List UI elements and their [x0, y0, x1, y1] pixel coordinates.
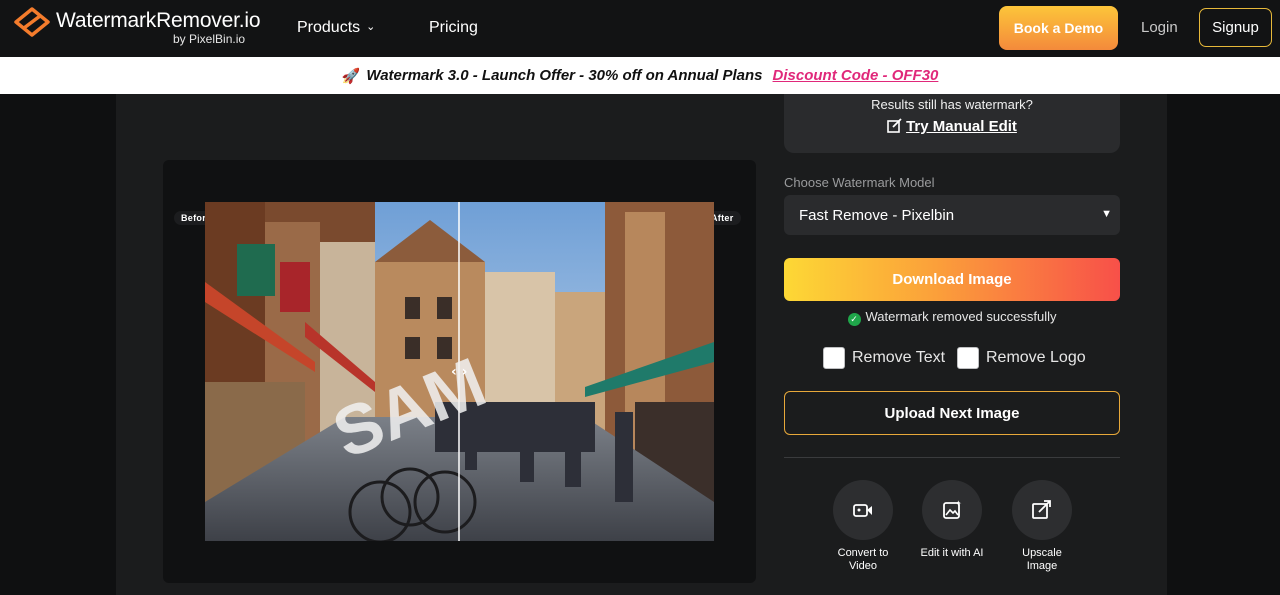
convert-to-video-label: Convert to Video [818, 547, 908, 573]
model-label: Choose Watermark Model [784, 175, 935, 190]
edit-with-ai-label: Edit it with AI [907, 547, 997, 560]
success-message: ✓ Watermark removed successfully [784, 309, 1120, 326]
brand-subtitle: by PixelBin.io [173, 32, 246, 46]
result-box: Results still has watermark? Try Manual … [784, 94, 1120, 153]
upscale-image-label: Upscale Image [997, 547, 1087, 573]
convert-to-video-label-line2: Video [849, 560, 877, 572]
remove-text-label[interactable]: Remove Text [852, 349, 945, 367]
upscale-image-label-line1: Upscale [1022, 547, 1062, 559]
remove-logo-checkbox[interactable] [957, 347, 979, 369]
caret-down-icon: ▼ [1101, 208, 1112, 220]
comparison-image[interactable]: SAM ‹ › [205, 202, 714, 541]
edit-with-ai-button[interactable]: ✦ [922, 480, 982, 540]
svg-text:✦: ✦ [955, 499, 962, 508]
edit-icon [887, 118, 902, 133]
upscale-image-label-line2: Image [1026, 560, 1058, 572]
video-convert-icon [853, 504, 872, 517]
street-scene-image: SAM ‹ › [205, 202, 714, 541]
book-demo-button[interactable]: Book a Demo [999, 6, 1118, 50]
convert-to-video-button[interactable] [833, 480, 893, 540]
nav-pricing[interactable]: Pricing [429, 19, 478, 37]
remove-text-checkbox[interactable] [823, 347, 845, 369]
brand-name[interactable]: WatermarkRemover.io [56, 9, 261, 33]
top-navbar: WatermarkRemover.io by PixelBin.io Produ… [0, 0, 1280, 57]
model-selected-value: Fast Remove - Pixelbin [799, 207, 955, 224]
upscale-icon [1032, 500, 1051, 519]
convert-to-video-label-line1: Convert to [837, 547, 889, 559]
discount-code-link[interactable]: Discount Code - OFF30 [773, 67, 939, 84]
rocket-icon: 🚀 [341, 67, 361, 85]
success-text: Watermark removed successfully [865, 309, 1057, 324]
ai-edit-icon: ✦ [943, 499, 962, 519]
manual-edit-link[interactable]: Try Manual Edit [784, 118, 1120, 135]
result-question: Results still has watermark? [871, 97, 1033, 112]
model-select[interactable]: Fast Remove - Pixelbin ▼ [784, 195, 1120, 235]
edit-with-ai-label-line1: Edit it with AI [920, 547, 984, 559]
signup-button[interactable]: Signup [1199, 8, 1272, 47]
nav-products[interactable]: Products ⌄ [297, 19, 375, 37]
slider-handle-icon[interactable]: ‹ › [451, 364, 467, 380]
check-circle-icon: ✓ [847, 313, 861, 326]
divider [784, 457, 1120, 458]
promo-text: Watermark 3.0 - Launch Offer - 30% off o… [366, 67, 763, 84]
nav-products-label: Products [297, 19, 361, 36]
chevron-down-icon: ⌄ [366, 21, 376, 33]
download-image-button[interactable]: Download Image [784, 258, 1120, 301]
manual-edit-label: Try Manual Edit [906, 118, 1017, 135]
promo-banner: 🚀 Watermark 3.0 - Launch Offer - 30% off… [0, 57, 1280, 94]
upload-next-image-button[interactable]: Upload Next Image [784, 391, 1120, 435]
logo-icon[interactable] [14, 7, 50, 37]
upscale-image-button[interactable] [1012, 480, 1072, 540]
login-link[interactable]: Login [1141, 19, 1178, 36]
remove-logo-label[interactable]: Remove Logo [986, 349, 1086, 367]
